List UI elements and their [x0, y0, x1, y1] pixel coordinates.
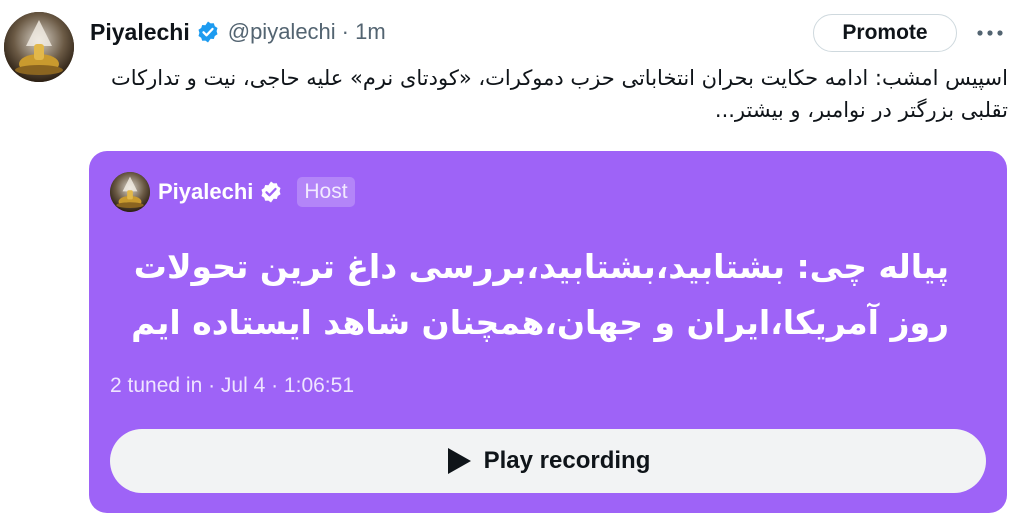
- verified-badge-icon: [196, 20, 220, 44]
- space-card[interactable]: Piyalechi Host پیاله چی: بشتابید،بشتابید…: [89, 151, 1007, 513]
- author-avatar[interactable]: [4, 12, 74, 82]
- play-recording-button[interactable]: Play recording: [110, 429, 986, 493]
- host-badge: Host: [297, 177, 355, 207]
- promote-button[interactable]: Promote: [813, 14, 957, 52]
- play-recording-label: Play recording: [483, 447, 651, 474]
- space-title: پیاله چی: بشتابید،بشتابید،بررسی داغ ترین…: [131, 247, 949, 342]
- tweet-header: Piyalechi @piyalechi · 1m: [90, 16, 386, 48]
- host-avatar: [110, 172, 150, 212]
- space-host-row: Piyalechi Host: [158, 175, 355, 209]
- host-name: Piyalechi: [158, 179, 254, 204]
- golden-bell-avatar-icon: [4, 12, 74, 82]
- tweet-timestamp[interactable]: · 1m: [342, 19, 386, 45]
- tweet-text: اسپیس امشب: ادامه حکایت بحران انتخاباتی …: [110, 66, 1008, 122]
- verified-badge-icon: [259, 180, 283, 204]
- space-meta: 2 tuned in · Jul 4 · 1:06:51: [110, 374, 354, 397]
- more-options-button[interactable]: [970, 14, 1010, 52]
- golden-bell-avatar-icon: [110, 172, 150, 212]
- author-name[interactable]: Piyalechi: [90, 19, 190, 46]
- author-handle[interactable]: @piyalechi: [228, 19, 336, 45]
- play-triangle-icon: [446, 447, 472, 475]
- more-dots-icon: [977, 30, 1003, 36]
